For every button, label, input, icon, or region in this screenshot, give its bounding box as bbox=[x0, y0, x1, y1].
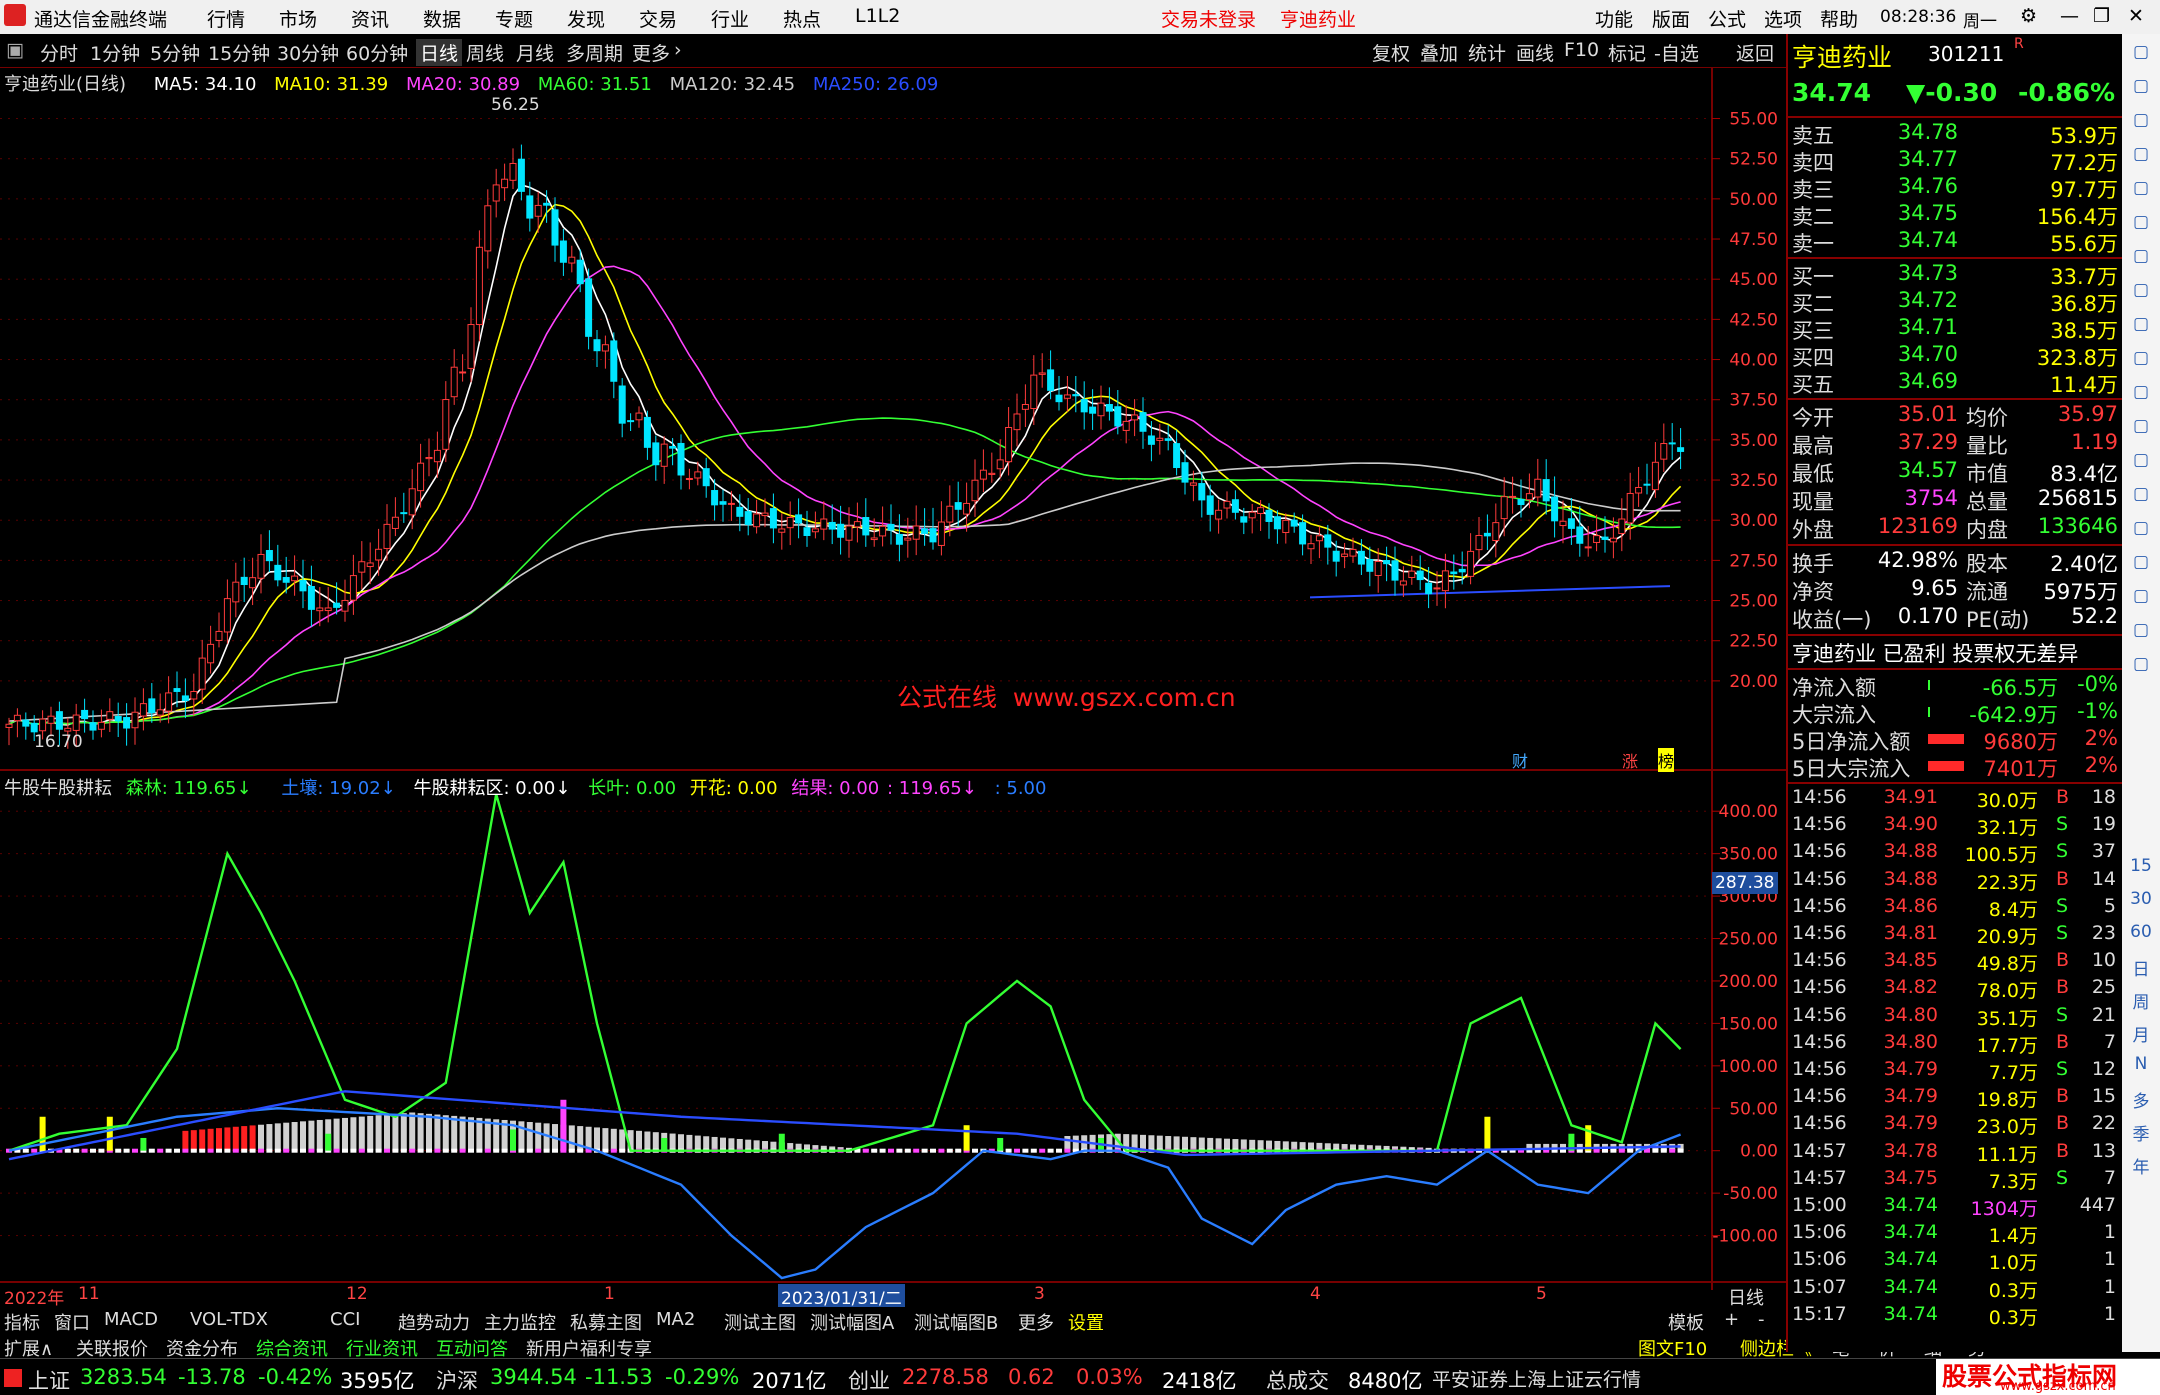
weekday: 周一 bbox=[1963, 12, 1997, 32]
price-tick-label: 45.00 bbox=[1729, 270, 1778, 290]
period-tab-5m[interactable]: 5分钟 bbox=[150, 39, 200, 66]
sub-tick-label: 400.00 bbox=[1719, 802, 1778, 822]
period-toolbar: ▣ 分时 1分钟 5分钟 15分钟 30分钟 60分钟 日线 周线 月线 多周期… bbox=[0, 34, 1786, 68]
menu-function[interactable]: 功能 bbox=[1595, 5, 1633, 32]
period-tab-daily[interactable]: 日线 bbox=[416, 39, 463, 66]
price-tick-label: 37.50 bbox=[1729, 391, 1778, 411]
menu-topics[interactable]: 专题 bbox=[495, 5, 533, 32]
title-bar: 通达信金融终端 行情 市场 资讯 数据 专题 发现 交易 行业 热点 L1L2 … bbox=[0, 0, 2160, 34]
period-tab-monthly[interactable]: 月线 bbox=[516, 39, 554, 66]
close-icon[interactable]: ✕ bbox=[2128, 5, 2144, 27]
period-tab-15m[interactable]: 15分钟 bbox=[208, 39, 270, 66]
tool-mark[interactable]: 标记 bbox=[1608, 39, 1646, 66]
period-tab-30m[interactable]: 30分钟 bbox=[277, 39, 339, 66]
minimize-icon[interactable]: — bbox=[2060, 5, 2079, 27]
period-tab-60m[interactable]: 60分钟 bbox=[346, 39, 408, 66]
panel-toggle-icon[interactable]: ▣ bbox=[6, 39, 24, 61]
period-tab-weekly[interactable]: 周线 bbox=[466, 39, 504, 66]
menu-help[interactable]: 帮助 bbox=[1820, 5, 1858, 32]
price-tick-label: 42.50 bbox=[1729, 310, 1778, 330]
menu-market-quote[interactable]: 行情 bbox=[207, 5, 245, 32]
price-tick-label: 30.00 bbox=[1729, 511, 1778, 531]
period-tab-fenshi[interactable]: 分时 bbox=[40, 39, 78, 66]
tool-back[interactable]: 返回 bbox=[1736, 39, 1774, 66]
price-tick-label: 55.00 bbox=[1729, 110, 1778, 130]
period-tab-1m[interactable]: 1分钟 bbox=[90, 39, 140, 66]
price-tick-label: 22.50 bbox=[1729, 632, 1778, 652]
clock: 08:28:36 bbox=[1880, 7, 1957, 27]
menu-trade[interactable]: 交易 bbox=[639, 5, 677, 32]
menu-data[interactable]: 数据 bbox=[423, 5, 461, 32]
sub-tick-label: 200.00 bbox=[1719, 972, 1778, 992]
period-tab-multi[interactable]: 多周期 bbox=[566, 39, 623, 66]
price-tick-label: 27.50 bbox=[1729, 551, 1778, 571]
menu-discover[interactable]: 发现 bbox=[567, 5, 605, 32]
login-status[interactable]: 交易未登录 bbox=[1161, 5, 1256, 32]
chevron-right-icon[interactable]: › bbox=[674, 39, 682, 61]
price-tick-label: 20.00 bbox=[1729, 672, 1778, 692]
tool-stats[interactable]: 统计 bbox=[1468, 39, 1506, 66]
menu-market[interactable]: 市场 bbox=[279, 5, 317, 32]
price-tick-label: 40.00 bbox=[1729, 351, 1778, 371]
menu-formula[interactable]: 公式 bbox=[1708, 5, 1746, 32]
price-tick-label: 35.00 bbox=[1729, 431, 1778, 451]
chart-svg[interactable]: 55.00 52.50 50.00 47.50 45.00 42.50 40.00 37.50… bbox=[0, 68, 1786, 1290]
tool-draw[interactable]: 画线 bbox=[1516, 39, 1554, 66]
menu-hot[interactable]: 热点 bbox=[783, 5, 821, 32]
sub-tick-label: 100.00 bbox=[1719, 1057, 1778, 1077]
title-stock: 亨迪药业 bbox=[1280, 9, 1357, 31]
tool-f10[interactable]: F10 bbox=[1564, 39, 1599, 61]
tool-unwatch[interactable]: -自选 bbox=[1654, 39, 1699, 66]
period-tab-more[interactable]: 更多 bbox=[632, 39, 670, 66]
tool-overlay[interactable]: 叠加 bbox=[1420, 39, 1458, 66]
menu-layout[interactable]: 版面 bbox=[1652, 5, 1690, 32]
app-title: 通达信金融终端 bbox=[34, 9, 168, 31]
chart-area[interactable]: 55.00 52.50 50.00 47.50 45.00 42.50 40.00 37.50… bbox=[0, 68, 1786, 1309]
price-tick-label: 25.00 bbox=[1729, 592, 1778, 612]
app-logo-icon bbox=[4, 4, 26, 26]
settings-icon[interactable]: ⚙ bbox=[2020, 5, 2037, 27]
sub-tick-label: 150.00 bbox=[1719, 1014, 1778, 1034]
restore-icon[interactable]: ❐ bbox=[2093, 5, 2110, 27]
sub-tick-label: 250.00 bbox=[1719, 930, 1778, 950]
sub-tick-label: 350.00 bbox=[1719, 845, 1778, 865]
tool-fuquan[interactable]: 复权 bbox=[1372, 39, 1410, 66]
price-tick-label: 47.50 bbox=[1729, 230, 1778, 250]
price-tick-label: 52.50 bbox=[1729, 150, 1778, 170]
price-tick-label: 32.50 bbox=[1729, 471, 1778, 491]
menu-news[interactable]: 资讯 bbox=[351, 5, 389, 32]
sub-tick-label: 50.00 bbox=[1729, 1099, 1778, 1119]
price-tick-label: 50.00 bbox=[1729, 190, 1778, 210]
menu-options[interactable]: 选项 bbox=[1764, 5, 1802, 32]
menu-l1l2[interactable]: L1L2 bbox=[855, 5, 900, 27]
menu-industry[interactable]: 行业 bbox=[711, 5, 749, 32]
